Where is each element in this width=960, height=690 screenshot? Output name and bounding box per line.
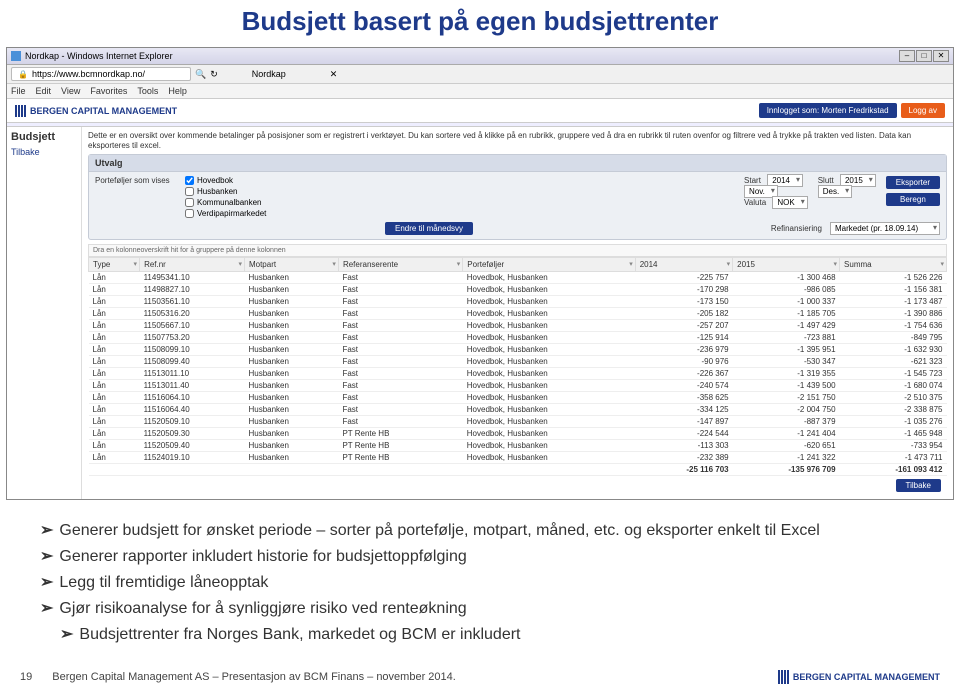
bullet-list: Generer budsjett for ønsket periode – so… (40, 520, 920, 644)
start-label: Start (744, 176, 761, 185)
table-header[interactable]: 2014▾ (635, 258, 732, 272)
app-header: BERGEN CAPITAL MANAGEMENT Innlogget som:… (7, 99, 953, 123)
table-header[interactable]: Motpart▾ (244, 258, 338, 272)
refresh-icon[interactable]: ↻ (210, 69, 218, 80)
table-row[interactable]: Lån11507753.20HusbankenFastHovedbok, Hus… (89, 332, 947, 344)
table-header[interactable]: Porteføljer▾ (463, 258, 635, 272)
bullet-item: Generer budsjett for ønsket periode – so… (40, 520, 920, 540)
menu-bar: File Edit View Favorites Tools Help (7, 84, 953, 99)
menu-view[interactable]: View (61, 86, 80, 96)
table-row[interactable]: Lån11520509.10HusbankenFastHovedbok, Hus… (89, 416, 947, 428)
logout-button[interactable]: Logg av (901, 103, 945, 118)
tab-label[interactable]: Nordkap (252, 69, 286, 79)
window-title: Nordkap - Windows Internet Explorer (25, 51, 173, 61)
beregn-button[interactable]: Beregn (886, 193, 940, 206)
search-icon[interactable]: 🔍 (195, 69, 206, 80)
eksporter-button[interactable]: Eksporter (886, 176, 940, 189)
table-row[interactable]: Lån11513011.10HusbankenFastHovedbok, Hus… (89, 368, 947, 380)
table-row[interactable]: Lån11505316.20HusbankenFastHovedbok, Hus… (89, 308, 947, 320)
endre-button[interactable]: Endre til månedsvy (385, 222, 473, 235)
lock-icon: 🔒 (18, 70, 28, 79)
menu-help[interactable]: Help (168, 86, 187, 96)
slide-title: Budsjett basert på egen budsjettrenter (0, 0, 960, 47)
table-row[interactable]: Lån11524019.10HusbankenPT Rente HBHovedb… (89, 452, 947, 464)
portfolio-checkbox[interactable]: Kommunalbanken (185, 198, 266, 207)
address-bar: 🔒https://www.bcmnordkap.no/ 🔍 ↻ Nordkap … (7, 65, 953, 84)
budget-table: Type▾Ref.nr▾Motpart▾Referanserente▾Porte… (88, 257, 947, 476)
table-row[interactable]: Lån11513011.40HusbankenFastHovedbok, Hus… (89, 380, 947, 392)
bullet-item: Generer rapporter inkludert historie for… (40, 546, 920, 566)
page-number: 19 (20, 671, 32, 683)
portfolio-checkbox[interactable]: Hovedbok (185, 176, 266, 185)
filter-panel: Utvalg Porteføljer som vises Hovedbok Hus… (88, 154, 947, 240)
table-header[interactable]: Ref.nr▾ (140, 258, 245, 272)
table-row[interactable]: Lån11516064.10HusbankenFastHovedbok, Hus… (89, 392, 947, 404)
filter-panel-title: Utvalg (89, 155, 946, 172)
table-row[interactable]: Lån11495341.10HusbankenFastHovedbok, Hus… (89, 272, 947, 284)
valuta-label: Valuta (744, 198, 766, 207)
favicon (11, 51, 21, 61)
window-controls: – □ ✕ (899, 50, 949, 62)
refin-select[interactable]: Markedet (pr. 18.09.14) (830, 222, 940, 235)
table-row[interactable]: Lån11520509.30HusbankenPT Rente HBHovedb… (89, 428, 947, 440)
table-row[interactable]: Lån11520509.40HusbankenPT Rente HBHovedb… (89, 440, 947, 452)
url-field[interactable]: 🔒https://www.bcmnordkap.no/ (11, 67, 191, 81)
sidebar-back-link[interactable]: Tilbake (11, 147, 77, 157)
browser-window: Nordkap - Windows Internet Explorer – □ … (6, 47, 954, 500)
group-hint: Dra en kolonneoverskrift hit for å grupp… (88, 244, 947, 257)
menu-favorites[interactable]: Favorites (90, 86, 127, 96)
portfolio-checkbox[interactable]: Husbanken (185, 187, 266, 196)
sidebar-title: Budsjett (11, 131, 77, 143)
table-header[interactable]: Referanserente▾ (338, 258, 462, 272)
table-header[interactable]: Type▾ (89, 258, 140, 272)
table-row[interactable]: Lån11508099.40HusbankenFastHovedbok, Hus… (89, 356, 947, 368)
portfolio-checkboxes: Hovedbok Husbanken Kommunalbanken Verdipapi… (185, 176, 266, 218)
portfolio-checkbox[interactable]: Verdipapirmarkedet (185, 209, 266, 218)
main-content: Dette er en oversikt over kommende betal… (82, 127, 953, 499)
tab-close-icon[interactable]: ✕ (330, 69, 338, 80)
refin-label: Refinansiering (771, 224, 822, 233)
bullet-item: Gjør risikoanalyse for å synliggjøre ris… (40, 598, 920, 618)
user-info: Innlogget som: Morten Fredrikstad (759, 103, 897, 118)
app-logo: BERGEN CAPITAL MANAGEMENT (15, 105, 177, 117)
footer-logo: BERGEN CAPITAL MANAGEMENT (778, 670, 940, 684)
bullet-item: Legg til fremtidige låneopptak (40, 572, 920, 592)
portfolio-label: Porteføljer som vises (95, 176, 171, 185)
menu-edit[interactable]: Edit (36, 86, 52, 96)
table-row[interactable]: Lån11498827.10HusbankenFastHovedbok, Hus… (89, 284, 947, 296)
table-row[interactable]: Lån11503561.10HusbankenFastHovedbok, Hus… (89, 296, 947, 308)
close-button[interactable]: ✕ (933, 50, 949, 62)
table-row[interactable]: Lån11505667.10HusbankenFastHovedbok, Hus… (89, 320, 947, 332)
browser-titlebar: Nordkap - Windows Internet Explorer – □ … (7, 48, 953, 65)
menu-tools[interactable]: Tools (137, 86, 158, 96)
intro-text: Dette er en oversikt over kommende betal… (88, 131, 947, 150)
footer-text: Bergen Capital Management AS – Presentas… (52, 671, 456, 683)
table-header[interactable]: 2015▾ (733, 258, 840, 272)
table-header[interactable]: Summa▾ (840, 258, 947, 272)
sidebar: Budsjett Tilbake (7, 127, 82, 499)
slutt-label: Slutt (818, 176, 834, 185)
slide-footer: 19 Bergen Capital Management AS – Presen… (0, 664, 960, 690)
back-button[interactable]: Tilbake (896, 479, 942, 492)
valuta-select[interactable]: NOK (772, 196, 807, 209)
table-row[interactable]: Lån11516064.40HusbankenFastHovedbok, Hus… (89, 404, 947, 416)
table-row[interactable]: Lån11508099.10HusbankenFastHovedbok, Hus… (89, 344, 947, 356)
maximize-button[interactable]: □ (916, 50, 932, 62)
menu-file[interactable]: File (11, 86, 26, 96)
slutt-month-select[interactable]: Des. (818, 185, 852, 198)
bullet-item: Budsjettrenter fra Norges Bank, markedet… (60, 624, 920, 644)
minimize-button[interactable]: – (899, 50, 915, 62)
